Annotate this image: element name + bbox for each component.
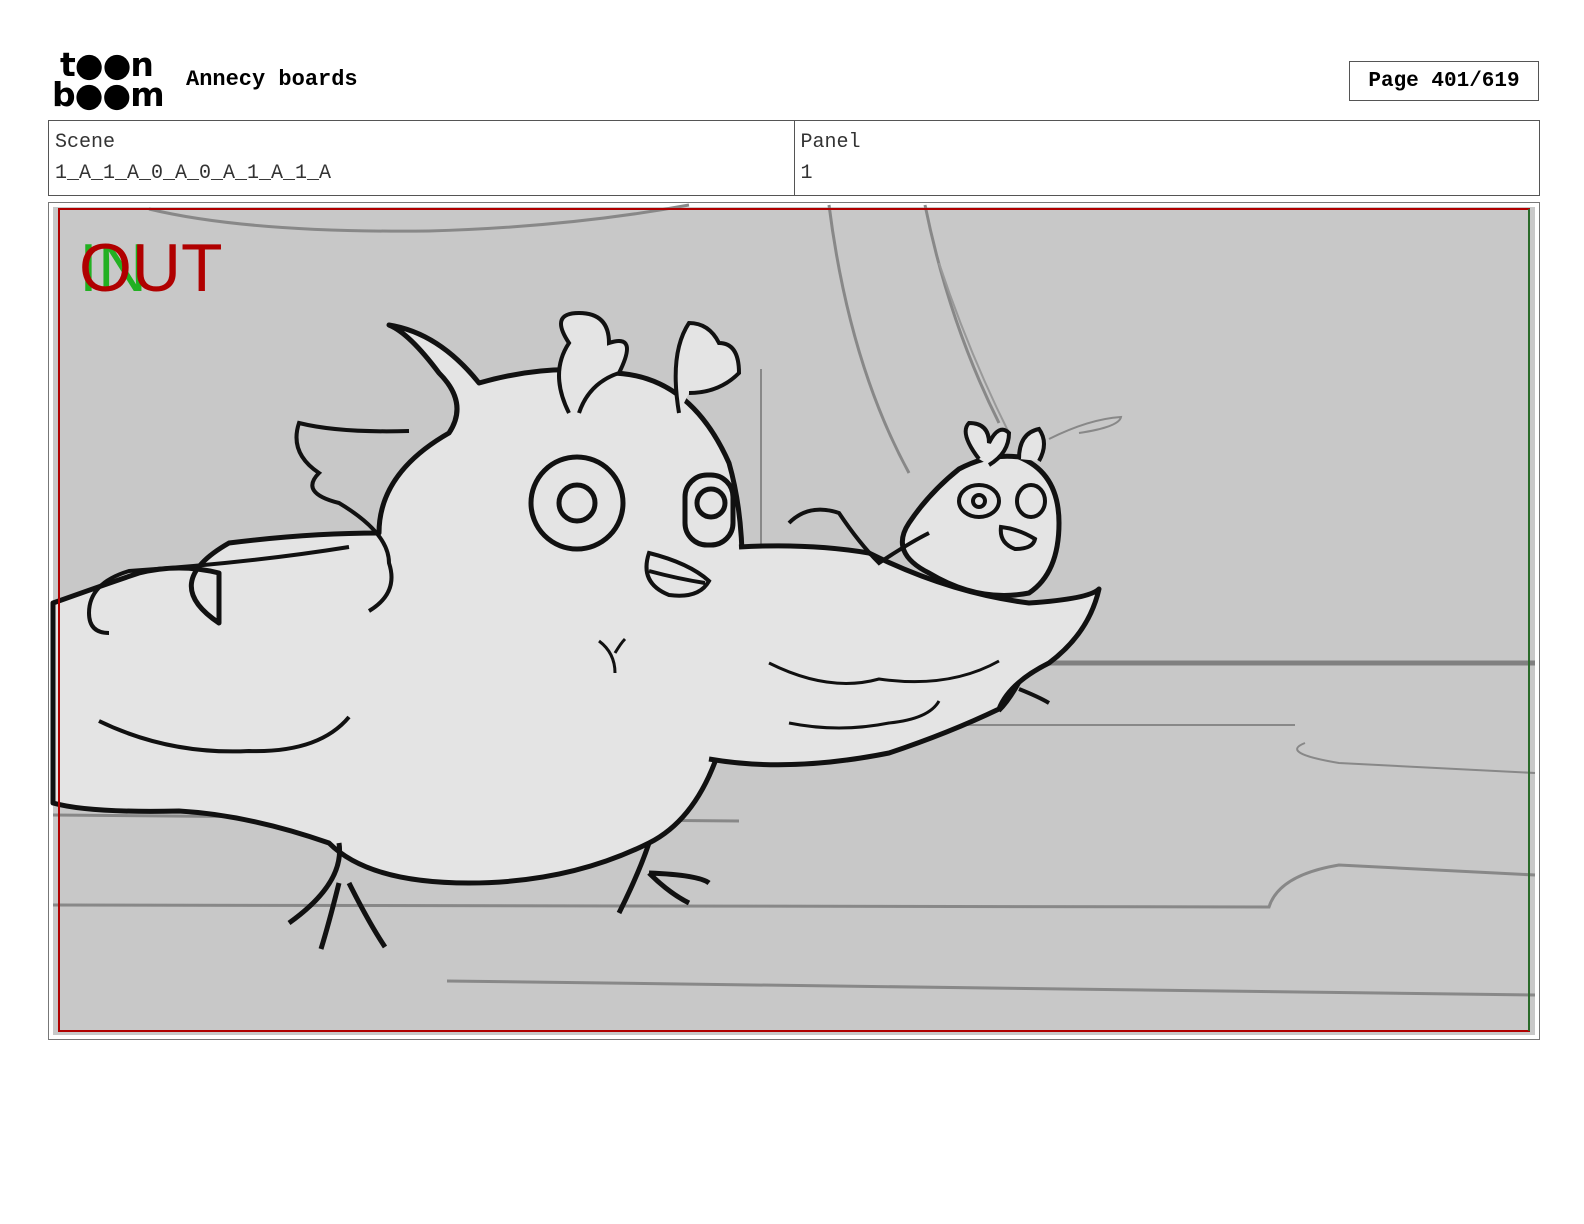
page-counter: Page 401/619 xyxy=(1349,61,1539,101)
storyboard-panel-frame: IN OUT xyxy=(48,202,1540,1040)
scene-label: Scene xyxy=(55,131,116,154)
app-title: Annecy boards xyxy=(186,67,358,92)
logo-text-bottom: b●●m xyxy=(52,75,165,114)
scene-cell: Scene 1_A_1_A_0_A_0_A_1_A_1_A xyxy=(49,121,794,195)
scene-panel-info: Scene 1_A_1_A_0_A_0_A_1_A_1_A Panel 1 xyxy=(48,120,1540,196)
storyboard-page: t●●n b●●m Annecy boards Page 401/619 Sce… xyxy=(0,0,1584,1224)
panel-value: 1 xyxy=(800,162,813,185)
scene-value: 1_A_1_A_0_A_0_A_1_A_1_A xyxy=(55,162,332,185)
panel-label: Panel xyxy=(800,131,861,154)
out-label: OUT xyxy=(79,230,223,306)
in-out-marker: IN OUT xyxy=(79,233,259,303)
panel-drawing xyxy=(50,203,1536,1035)
panel-cell: Panel 1 xyxy=(793,121,1540,195)
toon-boom-logo: t●●n b●●m xyxy=(52,48,165,114)
